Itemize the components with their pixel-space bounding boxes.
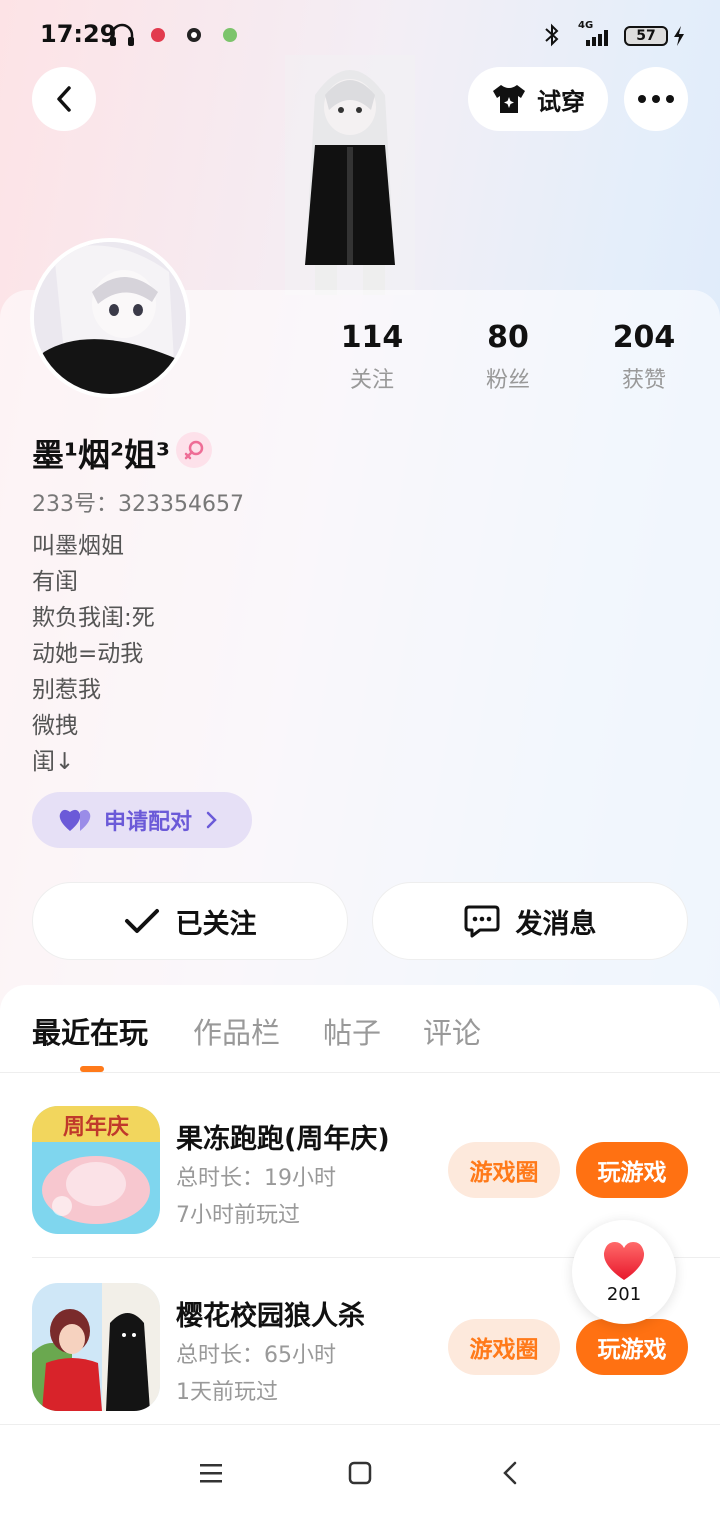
apply-pair-button[interactable]: 申请配对 <box>32 792 252 848</box>
more-options-button[interactable] <box>624 67 688 131</box>
stat-likes-count: 204 <box>612 320 676 355</box>
bio-line: 欺负我闺:死 <box>32 605 155 631</box>
game-last-played: 1天前玩过 <box>176 1380 278 1405</box>
stat-following-label: 关注 <box>349 368 394 393</box>
avatar-character-figure <box>285 55 415 295</box>
send-message-label: 发消息 <box>515 908 597 940</box>
chevron-right-icon <box>206 811 217 829</box>
heart-icon <box>603 1241 645 1280</box>
game-title[interactable]: 樱花校园狼人杀 <box>176 1294 365 1333</box>
tab-works[interactable]: 作品栏 <box>193 1010 280 1052</box>
status-time: 17:29 <box>40 20 117 48</box>
signal-icon <box>586 30 608 46</box>
game-duration: 总时长：65小时 <box>176 1343 336 1368</box>
user-id: 233号：323354657 <box>32 492 244 517</box>
tab-posts[interactable]: 帖子 <box>323 1010 381 1052</box>
like-count: 201 <box>606 1283 642 1305</box>
chat-bubble-icon <box>464 905 499 938</box>
game-circle-button[interactable]: 游戏圈 <box>448 1142 560 1198</box>
followed-label: 已关注 <box>175 908 257 940</box>
home-icon[interactable] <box>348 1461 372 1485</box>
game-circle-button[interactable]: 游戏圈 <box>448 1319 560 1375</box>
stat-following-count: 114 <box>340 320 404 355</box>
bio: 叫墨烟姐 有闺 欺负我闺:死 动她=动我 别惹我 微拽 闺↓ <box>32 528 155 780</box>
try-on-button[interactable]: 试穿 <box>468 67 608 131</box>
app-notification-icon <box>151 28 165 42</box>
try-on-label: 试穿 <box>537 87 585 116</box>
bio-line: 动她=动我 <box>32 641 144 667</box>
stat-likes[interactable]: 204 获赞 <box>584 318 704 394</box>
menu-icon[interactable] <box>200 1463 222 1483</box>
play-game-button[interactable]: 玩游戏 <box>576 1142 688 1198</box>
tab-comments[interactable]: 评论 <box>423 1010 481 1052</box>
game-last-played: 7小时前玩过 <box>176 1203 300 1228</box>
stat-fans-label: 粉丝 <box>485 368 530 393</box>
nickname: 墨¹烟²姐³ <box>32 436 171 474</box>
bio-line: 闺↓ <box>32 749 75 775</box>
more-dots-icon <box>638 95 674 103</box>
avatar-image <box>34 242 186 394</box>
game-icon-text: 周年庆 <box>63 1114 129 1140</box>
back-nav-icon[interactable] <box>500 1461 520 1485</box>
app-notification-icon <box>187 28 201 42</box>
stat-fans-count: 80 <box>487 320 529 355</box>
app-notification-icon <box>223 28 237 42</box>
stat-likes-label: 获赞 <box>621 368 666 393</box>
back-button[interactable] <box>32 67 96 131</box>
play-game-button[interactable]: 玩游戏 <box>576 1319 688 1375</box>
stat-fans[interactable]: 80 粉丝 <box>448 318 568 394</box>
battery-indicator: 57 <box>624 26 668 46</box>
avatar[interactable] <box>30 238 190 398</box>
like-floating-button[interactable]: 201 <box>572 1220 676 1324</box>
double-heart-icon <box>59 809 91 831</box>
game-icon[interactable] <box>32 1283 160 1411</box>
game-duration: 总时长：19小时 <box>176 1166 336 1191</box>
system-navigation-bar <box>0 1424 720 1520</box>
bio-line: 有闺 <box>32 569 78 595</box>
headphones-icon <box>110 23 134 46</box>
gender-female-icon <box>176 432 212 468</box>
bluetooth-icon <box>545 23 559 47</box>
bio-line: 叫墨烟姐 <box>32 533 124 559</box>
send-message-button[interactable]: 发消息 <box>372 882 688 960</box>
bio-line: 微拽 <box>32 713 78 739</box>
tab-divider <box>0 1072 720 1073</box>
tshirt-icon <box>493 85 525 113</box>
charging-icon <box>674 26 684 46</box>
chevron-left-icon <box>57 86 71 112</box>
stat-following[interactable]: 114 关注 <box>312 318 432 394</box>
apply-pair-label: 申请配对 <box>104 810 193 835</box>
game-icon[interactable]: 周年庆 <box>32 1106 160 1234</box>
game-title[interactable]: 果冻跑跑(周年庆) <box>176 1117 390 1156</box>
followed-button[interactable]: 已关注 <box>32 882 348 960</box>
tab-recently-played[interactable]: 最近在玩 <box>32 1010 148 1052</box>
bio-line: 别惹我 <box>32 677 101 703</box>
checkmark-icon <box>124 909 159 933</box>
